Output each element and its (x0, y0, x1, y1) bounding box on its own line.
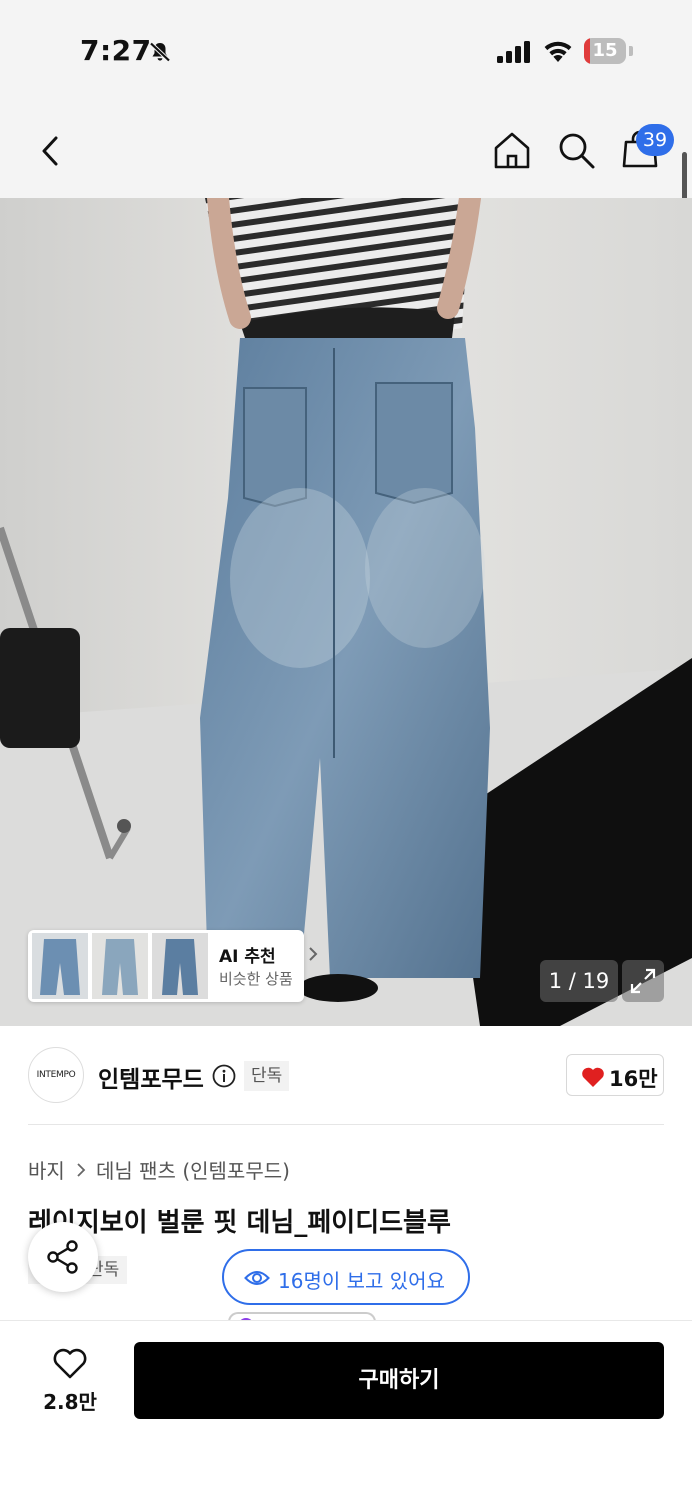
battery-level: 15 (592, 40, 618, 61)
product-photo (0, 198, 692, 1026)
brand-like-count: 16만 (609, 1067, 658, 1091)
viewers-text: 16명이 보고 있어요 (278, 1269, 445, 1293)
ai-recommend-card[interactable]: AI 추천 비슷한 상품 (28, 930, 318, 1002)
brand-name[interactable]: 인템포무드 (98, 1060, 204, 1094)
buy-button[interactable]: 구매하기 (134, 1342, 664, 1419)
share-button[interactable] (28, 1222, 98, 1292)
expand-button[interactable] (622, 960, 664, 1002)
battery-icon: 15 (584, 38, 626, 64)
eye-icon (244, 1271, 270, 1285)
home-icon[interactable] (492, 130, 532, 170)
heart-icon (582, 1067, 604, 1087)
share-icon (47, 1240, 78, 1274)
ai-recommend-thumbnail[interactable] (152, 933, 208, 999)
chevron-right-icon (77, 1163, 86, 1177)
back-icon[interactable] (36, 134, 64, 168)
status-time: 7:27 (80, 34, 152, 67)
search-icon[interactable] (556, 130, 596, 170)
viewers-indicator: 16명이 보고 있어요 (222, 1249, 470, 1305)
exclusive-tag: 단독 (244, 1061, 290, 1091)
wishlist-count: 2.8만 (43, 1390, 97, 1414)
info-icon[interactable] (212, 1064, 236, 1088)
ai-recommend-title: AI 추천 (219, 947, 276, 967)
ai-recommend-thumbnail[interactable] (92, 933, 148, 999)
bell-off-icon (149, 42, 171, 62)
product-image[interactable] (0, 198, 692, 1026)
breadcrumb-category[interactable]: 바지 (28, 1155, 65, 1184)
brand-like-button[interactable]: 16만 (566, 1054, 664, 1096)
ai-recommend-thumbnail[interactable] (32, 933, 88, 999)
image-counter: 1 / 19 (540, 960, 618, 1002)
product-title: 레이지보이 벌룬 핏 데님_페이디드블루 (28, 1208, 451, 1238)
expand-icon (630, 968, 656, 994)
signal-icon (497, 41, 530, 63)
battery-nub (629, 46, 633, 56)
wishlist-button[interactable]: 2.8만 (30, 1340, 110, 1420)
wifi-icon (544, 41, 572, 62)
heart-icon (53, 1348, 87, 1379)
divider (28, 1124, 664, 1125)
breadcrumb-subcategory[interactable]: 데님 팬츠 (인템포무드) (96, 1155, 290, 1184)
chevron-right-icon (309, 947, 318, 961)
brand-logo[interactable]: INTEMPO (28, 1047, 84, 1103)
cart-count-badge: 39 (636, 124, 674, 156)
ai-recommend-subtitle: 비슷한 상품 (219, 970, 293, 988)
